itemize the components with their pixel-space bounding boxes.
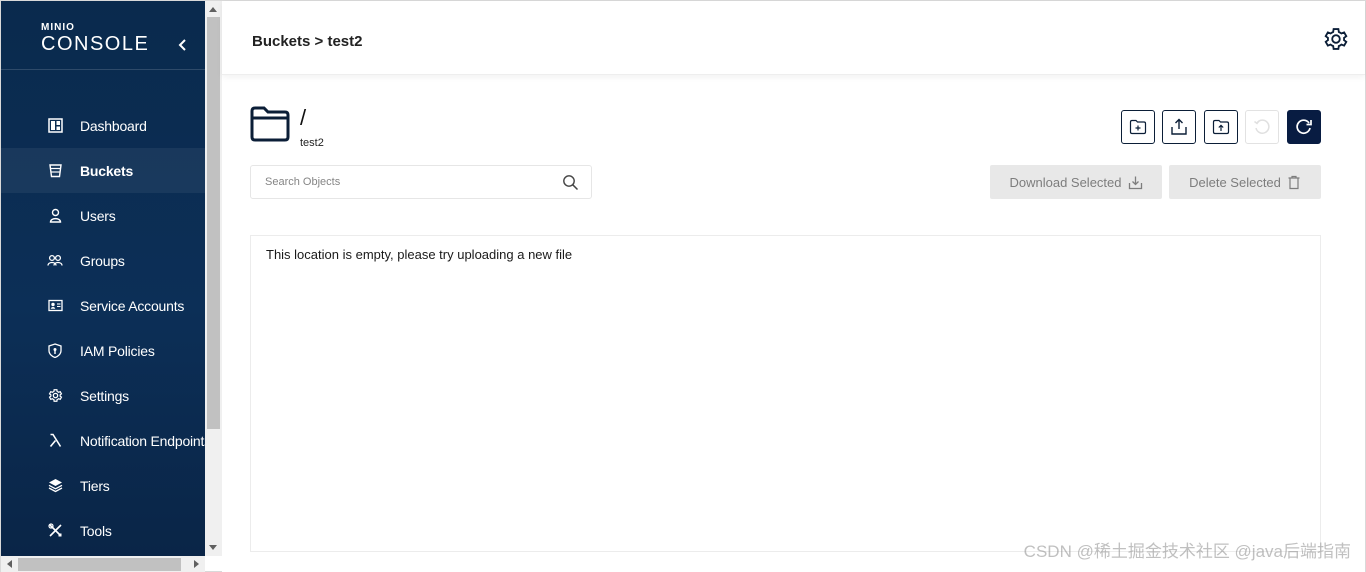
logo-brand: MINIO: [41, 22, 75, 33]
chevron-left-icon: [178, 39, 186, 51]
sidebar-nav: Dashboard Buckets Users Groups Service A…: [1, 103, 205, 553]
search-icon[interactable]: [562, 174, 579, 191]
user-icon: [47, 208, 63, 224]
scroll-left-arrow-icon[interactable]: [7, 560, 12, 568]
folder-icon: [249, 105, 291, 143]
search-input[interactable]: [251, 166, 551, 198]
share-button[interactable]: [1162, 110, 1196, 144]
layers-icon: [47, 478, 63, 494]
rewind-button[interactable]: [1245, 110, 1279, 144]
sidebar-item-iam-policies[interactable]: IAM Policies: [1, 328, 205, 373]
gear-icon: [47, 388, 63, 404]
scrollbar-thumb[interactable]: [18, 558, 181, 571]
sidebar-item-label: Tools: [80, 522, 112, 539]
sidebar-item-label: IAM Policies: [80, 342, 155, 359]
groups-icon: [47, 253, 63, 269]
sidebar-divider: [1, 69, 205, 70]
upload-share-icon: [1171, 118, 1187, 135]
scroll-up-arrow-icon[interactable]: [209, 7, 217, 12]
sidebar-item-tools[interactable]: Tools: [1, 508, 205, 553]
sidebar-item-notification-endpoints[interactable]: Notification Endpoints: [1, 418, 205, 463]
main-content: Buckets > test2 / test2 Search Objects D…: [222, 1, 1365, 572]
sidebar-item-groups[interactable]: Groups: [1, 238, 205, 283]
sidebar-item-users[interactable]: Users: [1, 193, 205, 238]
current-path: /: [300, 105, 307, 130]
scroll-right-arrow-icon[interactable]: [194, 560, 199, 568]
sidebar-vertical-scrollbar[interactable]: [205, 1, 222, 556]
download-selected-button[interactable]: Download Selected: [990, 165, 1162, 199]
sidebar-item-label: Buckets: [80, 162, 134, 179]
sidebar-item-dashboard[interactable]: Dashboard: [1, 103, 205, 148]
empty-state-message: This location is empty, please try uploa…: [266, 247, 573, 262]
sidebar-item-buckets[interactable]: Buckets: [1, 148, 205, 193]
scrollbar-thumb[interactable]: [207, 17, 220, 429]
sidebar: MINIO CONSOLE Dashboard Buckets Users Gr…: [1, 1, 205, 556]
history-icon: [1254, 119, 1270, 134]
download-icon: [1128, 176, 1142, 189]
folder-upload-icon: [1212, 119, 1230, 135]
sidebar-item-settings[interactable]: Settings: [1, 373, 205, 418]
gear-icon: [1324, 28, 1348, 50]
sidebar-item-label: Users: [80, 207, 116, 224]
sidebar-item-label: Settings: [80, 387, 129, 404]
page-header: Buckets > test2: [222, 1, 1365, 75]
sidebar-item-label: Dashboard: [80, 117, 147, 134]
search-box: [250, 165, 592, 199]
trash-icon: [1288, 175, 1300, 189]
sidebar-item-label: Service Accounts: [80, 297, 185, 314]
logo-product: CONSOLE: [41, 33, 150, 55]
bucket-name: test2: [300, 137, 324, 149]
sidebar-item-label: Notification Endpoints: [80, 432, 205, 449]
lambda-icon: [47, 433, 63, 449]
breadcrumb[interactable]: Buckets > test2: [252, 33, 362, 50]
tools-icon: [47, 523, 63, 539]
create-folder-button[interactable]: [1121, 110, 1155, 144]
settings-button[interactable]: [1323, 26, 1349, 52]
sidebar-item-label: Groups: [80, 252, 125, 269]
sidebar-item-label: Tiers: [80, 477, 110, 494]
collapse-sidebar-button[interactable]: [175, 37, 191, 53]
delete-selected-label: Delete Selected: [1189, 174, 1281, 190]
app-window: MINIO CONSOLE Dashboard Buckets Users Gr…: [0, 0, 1366, 572]
download-selected-label: Download Selected: [1009, 174, 1122, 190]
sidebar-item-service-accounts[interactable]: Service Accounts: [1, 283, 205, 328]
sidebar-horizontal-scrollbar[interactable]: [1, 556, 205, 572]
scroll-down-arrow-icon[interactable]: [209, 545, 217, 550]
dashboard-icon: [47, 118, 63, 134]
minio-console-logo[interactable]: MINIO CONSOLE: [41, 22, 150, 56]
service-accounts-icon: [47, 298, 63, 314]
upload-button[interactable]: [1204, 110, 1238, 144]
watermark: CSDN @稀土掘金技术社区 @java后端指南: [1023, 542, 1351, 561]
delete-selected-button[interactable]: Delete Selected: [1169, 165, 1321, 199]
new-folder-icon: [1129, 119, 1147, 135]
bucket-icon: [47, 163, 63, 179]
object-list: This location is empty, please try uploa…: [250, 235, 1321, 552]
refresh-icon: [1296, 119, 1312, 135]
sidebar-item-tiers[interactable]: Tiers: [1, 463, 205, 508]
refresh-button[interactable]: [1287, 110, 1321, 144]
shield-icon: [47, 343, 63, 359]
